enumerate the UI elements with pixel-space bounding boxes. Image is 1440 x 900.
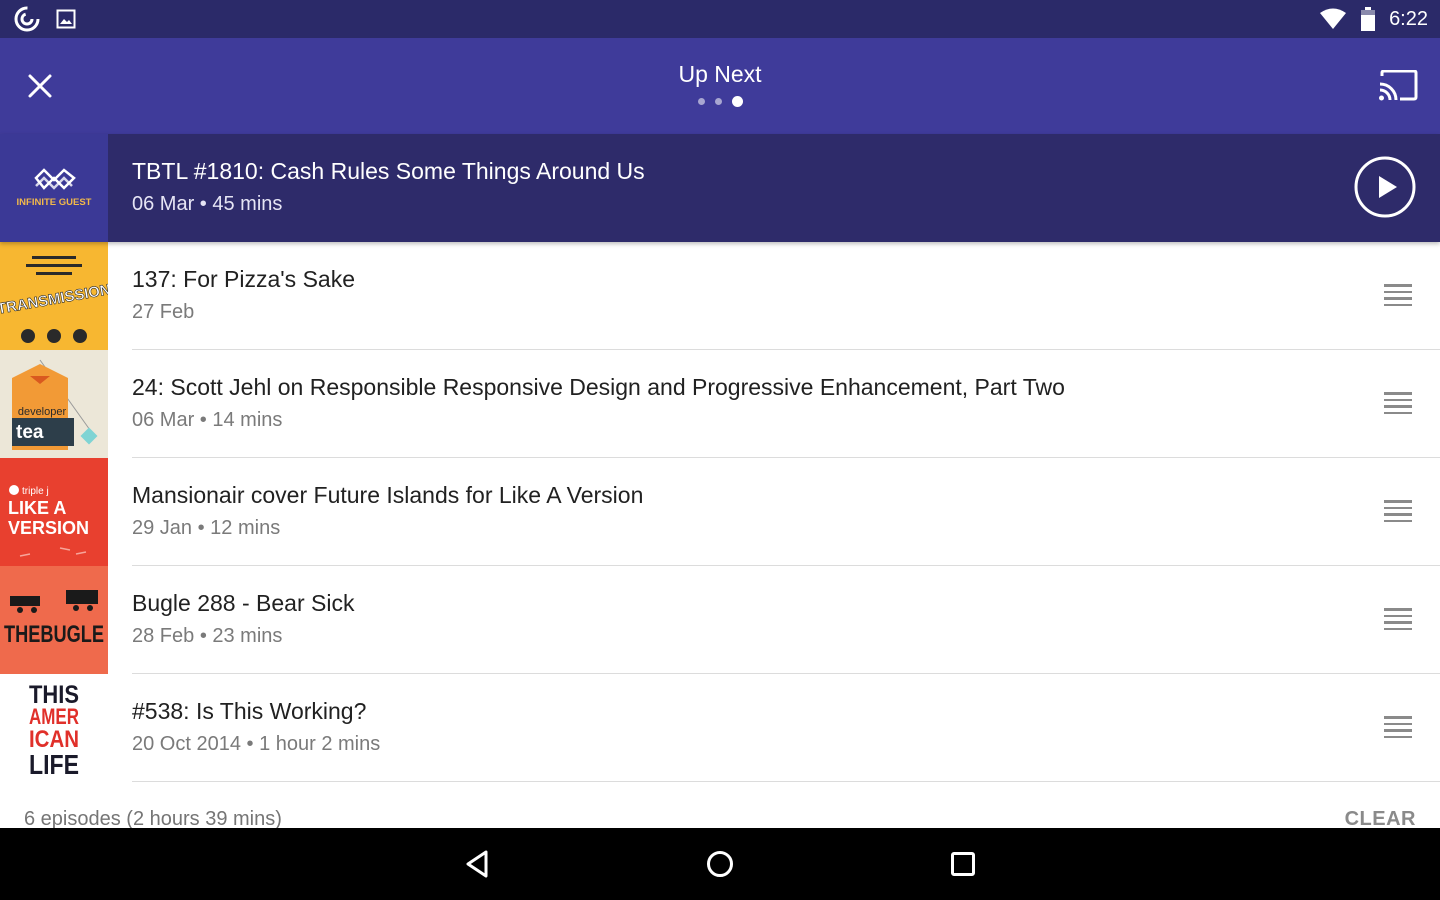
episode-meta: 20 Oct 2014 • 1 hour 2 mins	[132, 733, 381, 755]
artwork-label: LIKE A	[8, 498, 66, 518]
drag-handle-icon[interactable]	[1384, 284, 1412, 306]
artwork-label: TRANSMISSION	[0, 281, 108, 318]
podcast-artwork-transmission: TRANSMISSION	[0, 242, 108, 350]
image-notification-icon	[56, 9, 76, 29]
the-bugle-logo: THEBUGLE	[4, 590, 104, 648]
episode-title: Mansionair cover Future Islands for Like…	[132, 482, 644, 508]
episode-meta: 06 Mar • 14 mins	[132, 409, 283, 431]
podcast-artwork-like-a-version: triple j LIKE A VERSION	[0, 458, 108, 566]
back-icon[interactable]	[460, 846, 496, 882]
status-bar: 6:22	[0, 0, 1440, 38]
episode-title: Bugle 288 - Bear Sick	[132, 590, 355, 616]
like-a-version-logo: triple j LIKE A VERSION	[8, 485, 89, 557]
play-icon[interactable]	[1354, 156, 1416, 218]
list-item[interactable]: TRANSMISSION 137: For Pizza's Sake 27 Fe…	[0, 242, 1440, 350]
artwork-label: VERSION	[8, 518, 89, 538]
drag-handle-icon[interactable]	[1384, 500, 1412, 522]
navigation-bar	[0, 828, 1440, 900]
queue-summary: 6 episodes (2 hours 39 mins)	[24, 808, 282, 828]
drag-handle-icon[interactable]	[1384, 392, 1412, 414]
drag-handle-icon[interactable]	[1384, 716, 1412, 738]
list-item[interactable]: THEBUGLE Bugle 288 - Bear Sick 28 Feb • …	[0, 566, 1440, 674]
this-american-life-logo: THIS AMER ICAN LIFE	[29, 681, 79, 780]
artwork-label: triple j	[22, 486, 49, 497]
clear-button[interactable]: CLEAR	[1345, 808, 1416, 828]
episode-title: #538: Is This Working?	[132, 698, 367, 724]
page-dot-1	[697, 98, 705, 105]
page-title: Up Next	[678, 61, 762, 87]
artwork-label: INFINITE GUEST	[17, 197, 92, 208]
status-time: 6:22	[1389, 8, 1428, 30]
podcast-artwork-infinite-guest: INFINITE GUEST	[0, 134, 108, 242]
episode-meta: 27 Feb	[132, 301, 195, 323]
queue-footer: 6 episodes (2 hours 39 mins) CLEAR	[0, 790, 1440, 828]
now-playing-row[interactable]: INFINITE GUEST TBTL #1810: Cash Rules So…	[0, 134, 1440, 242]
now-playing-meta: 06 Mar • 45 mins	[132, 193, 283, 215]
home-icon[interactable]	[702, 846, 738, 882]
toolbar: Up Next	[0, 38, 1440, 134]
artwork-label: developer	[18, 406, 67, 418]
list-item[interactable]: developer tea 24: Scott Jehl on Responsi…	[0, 350, 1440, 458]
recents-icon[interactable]	[945, 846, 981, 882]
battery-icon	[1361, 7, 1376, 31]
now-playing-title: TBTL #1810: Cash Rules Some Things Aroun…	[132, 158, 645, 184]
page-dot-3-active	[731, 96, 743, 107]
podcast-artwork-the-bugle: THEBUGLE	[0, 566, 108, 674]
transmission-logo: TRANSMISSION	[0, 256, 108, 343]
page-dot-2	[714, 98, 722, 105]
podcast-artwork-this-american-life: THIS AMER ICAN LIFE	[0, 674, 108, 782]
infinite-guest-logo: INFINITE GUEST	[17, 168, 92, 208]
divider	[132, 781, 1440, 782]
drag-handle-icon[interactable]	[1384, 608, 1412, 630]
developer-tea-logo: developer tea	[12, 359, 98, 450]
wifi-icon	[1320, 8, 1347, 29]
page-indicator	[0, 96, 1440, 107]
list-item[interactable]: triple j LIKE A VERSION Mansionair cover…	[0, 458, 1440, 566]
cast-icon[interactable]	[1378, 70, 1418, 102]
episode-meta: 29 Jan • 12 mins	[132, 517, 281, 539]
podcast-artwork-developer-tea: developer tea	[0, 350, 108, 458]
artwork-label: THEBUGLE	[4, 621, 104, 648]
episode-meta: 28 Feb • 23 mins	[132, 625, 283, 647]
list-item[interactable]: THIS AMER ICAN LIFE #538: Is This Workin…	[0, 674, 1440, 782]
episode-title: 24: Scott Jehl on Responsible Responsive…	[132, 374, 1065, 400]
artwork-label: LIFE	[29, 749, 79, 780]
episode-title: 137: For Pizza's Sake	[132, 266, 355, 292]
pocket-casts-notification-icon	[14, 6, 40, 32]
artwork-label: tea	[16, 422, 44, 443]
